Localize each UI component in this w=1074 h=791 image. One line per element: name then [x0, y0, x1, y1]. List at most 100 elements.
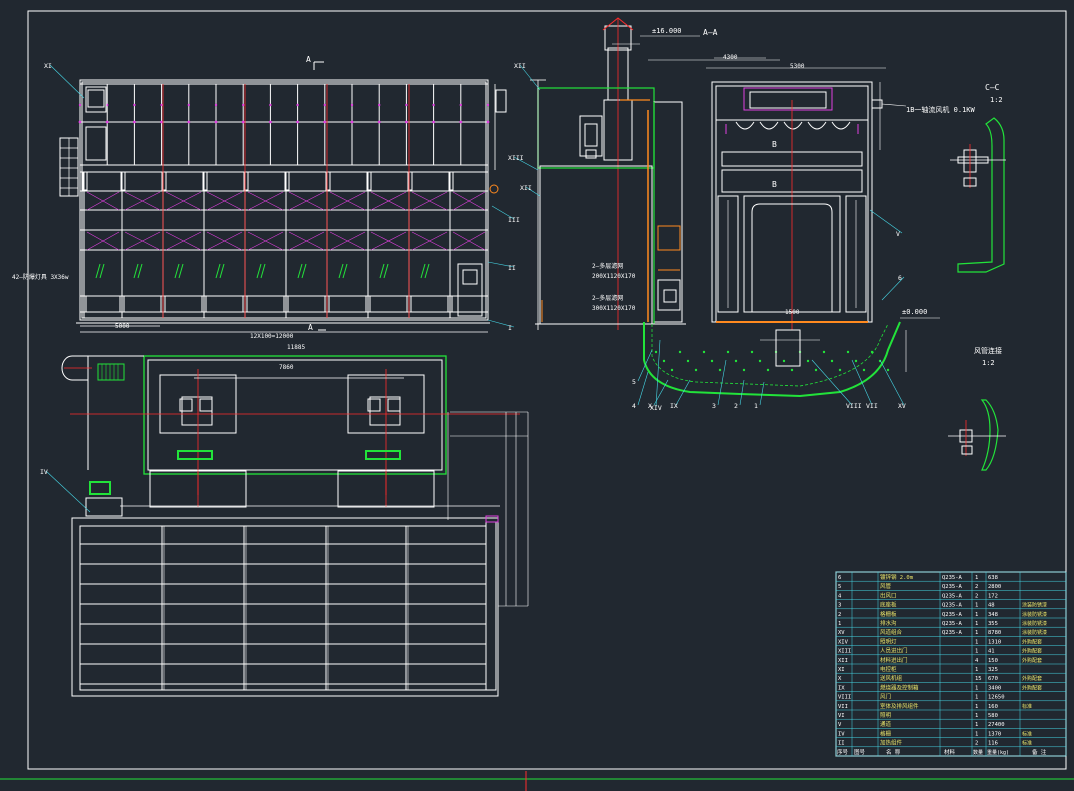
table-cell-weight: 1370: [988, 731, 1001, 737]
table-cell-weight: 48: [988, 603, 995, 609]
callout-VII: VII: [866, 402, 878, 410]
table-cell-spec: Q235-A: [942, 575, 963, 581]
joint-dot: [269, 103, 272, 107]
joint-dot: [323, 103, 326, 107]
joint-dot: [214, 120, 218, 124]
aggregate-dot: [814, 368, 818, 372]
table-cell-qty: 15: [975, 676, 982, 682]
callout-IV: IV: [40, 468, 48, 476]
table-cell-spec: Q235-A: [942, 612, 963, 618]
table-cell-weight: 160: [988, 704, 998, 710]
table-cell-qty: 1: [975, 639, 978, 645]
aggregate-dot: [750, 350, 754, 354]
cad-drawing-canvas: A A A—A C—C 1:2 风管连接 1:2 ±16.000 ±0.000 …: [0, 0, 1074, 791]
table-cell-name: 风管: [880, 582, 892, 590]
dim-pit-width: 1500: [785, 309, 800, 316]
table-cell-weight: 325: [988, 667, 998, 673]
table-cell-weight: 580: [988, 713, 998, 719]
callout-4: 4: [632, 402, 636, 410]
joint-dot: [486, 103, 490, 107]
table-header-note: 备 注: [1032, 748, 1047, 756]
section-cc-scale: 1:2: [990, 96, 1003, 104]
aggregate-dot: [886, 368, 890, 372]
table-cell-no: XI: [838, 667, 845, 673]
table-cell-weight: 150: [988, 658, 998, 664]
table-cell-weight: 1310: [988, 639, 1001, 645]
callout-VIII: VIII: [846, 402, 862, 410]
joint-dot: [405, 120, 408, 124]
table-cell-note: 涂装防锈漆: [1022, 602, 1047, 609]
callout-IX: IX: [670, 402, 678, 410]
table-cell-qty: 1: [975, 685, 978, 691]
dim-overall-length: 11885: [287, 344, 305, 351]
joint-dot: [133, 120, 136, 124]
aggregate-dot: [790, 368, 794, 372]
aggregate-dot: [734, 359, 738, 363]
table-cell-name: 格栅板: [880, 610, 897, 618]
joint-dot: [378, 103, 381, 107]
table-cell-name: 排水沟: [880, 619, 897, 627]
dim-bay-width: 5000: [115, 323, 130, 330]
table-cell-weight: 2800: [988, 584, 1001, 590]
table-cell-no: XV: [838, 630, 845, 636]
table-cell-name: 电控柜: [880, 665, 897, 673]
parts-list-table: 6 镀锌钢 2.0m Q235-A 1 6385 风管 Q235-A 2 28004 出风口 Q23…: [835, 571, 1067, 757]
aggregate-dot: [806, 359, 810, 363]
joint-dot: [459, 103, 462, 107]
table-cell-name: 送风机组: [880, 674, 903, 682]
table-cell-name: 镀锌钢 2.0m: [880, 573, 914, 581]
table-cell-no: 1: [838, 621, 841, 627]
table-cell-note: 外购配套: [1022, 648, 1042, 655]
table-cell-no: VIII: [838, 695, 851, 701]
callout-II: II: [508, 264, 516, 272]
section-marker-a-bottom: A: [308, 323, 313, 332]
joint-dot: [187, 103, 190, 107]
table-cell-weight: 8780: [988, 630, 1001, 636]
table-cell-qty: 2: [975, 593, 978, 599]
aggregate-dot: [822, 350, 826, 354]
table-cell-weight: 355: [988, 621, 998, 627]
table-header-weight: 重量(kg): [987, 749, 1009, 756]
section-marker-a-top: A: [306, 55, 311, 64]
aggregate-dot: [766, 368, 770, 372]
callout-I: I: [508, 324, 512, 332]
table-cell-note: 外购配套: [1022, 684, 1042, 691]
table-cell-weight: 116: [988, 741, 998, 747]
table-cell-weight: 41: [988, 649, 995, 655]
aggregate-dot: [694, 368, 698, 372]
callout-V: V: [896, 230, 900, 238]
joint-dot: [242, 103, 245, 107]
table-cell-qty: 1: [975, 713, 978, 719]
dim-burner-spacing: 7860: [279, 364, 294, 371]
table-cell-no: IX: [838, 685, 845, 691]
joint-dot: [405, 103, 408, 107]
joint-dot: [323, 120, 327, 124]
table-cell-weight: 3400: [988, 685, 1001, 691]
table-cell-name: 风门: [880, 693, 891, 701]
table-cell-note: 涂装防锈漆: [1022, 620, 1047, 627]
table-cell-weight: 27400: [988, 722, 1005, 728]
table-cell-qty: 2: [975, 584, 978, 590]
table-cell-no: II: [838, 741, 845, 747]
table-cell-name: 加热组件: [880, 739, 903, 747]
detail-title: 风管连接: [974, 346, 1002, 355]
joint-dot: [296, 103, 299, 107]
callout-XI: XI: [44, 62, 52, 70]
section-aa-title: A—A: [703, 28, 718, 37]
aggregate-dot: [742, 368, 746, 372]
table-cell-name: 通道: [880, 720, 892, 728]
aggregate-dot: [870, 350, 874, 354]
table-cell-qty: 1: [975, 695, 978, 701]
table-cell-name: 风道组合: [880, 628, 903, 636]
table-cell-no: VII: [838, 704, 848, 710]
joint-dot: [241, 120, 245, 124]
table-cell-name: 底座板: [880, 601, 897, 609]
aggregate-dot: [710, 359, 714, 363]
table-cell-note: 外购配套: [1022, 638, 1042, 645]
table-cell-no: 3: [838, 603, 841, 609]
joint-dot: [377, 120, 381, 124]
dim-section-width: 4300: [723, 54, 738, 61]
table-cell-weight: 638: [988, 575, 998, 581]
elevation-top: ±16.000: [652, 27, 682, 35]
table-cell-no: XIII: [838, 649, 851, 655]
